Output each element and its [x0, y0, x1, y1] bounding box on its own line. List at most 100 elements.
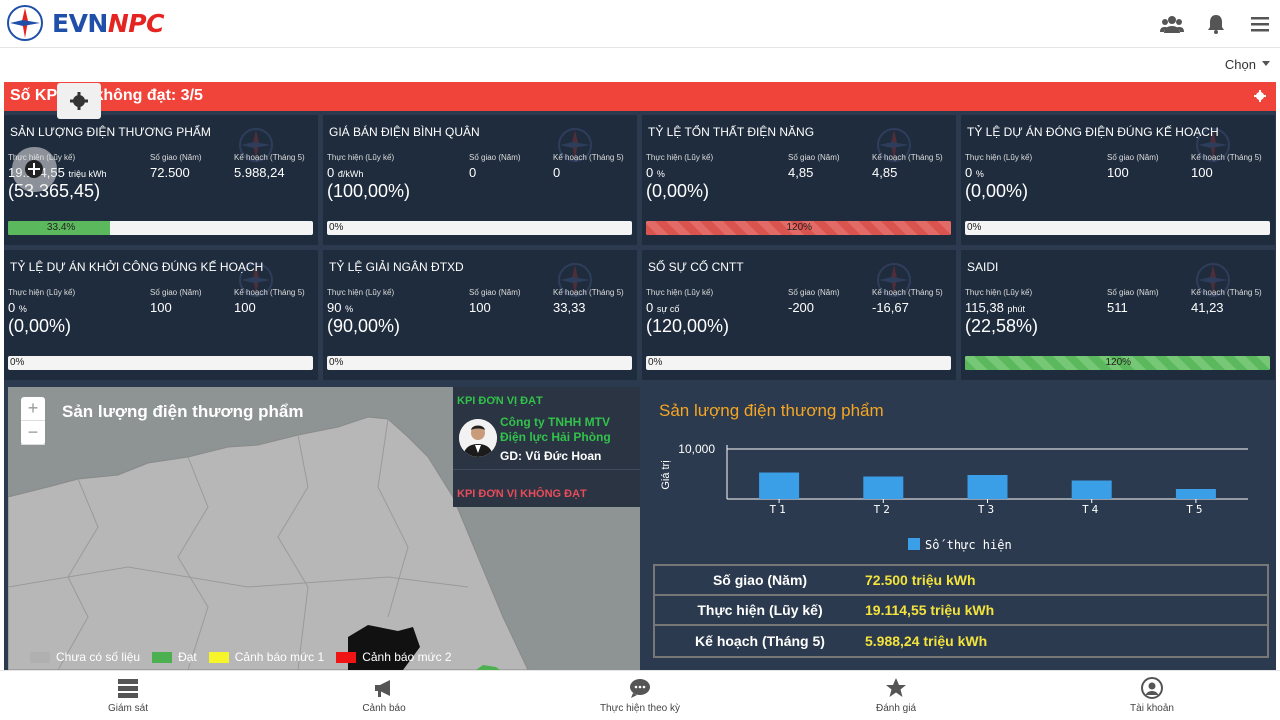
kpi-progress-label: 0%: [648, 357, 663, 368]
account-icon: [1141, 677, 1163, 699]
actual-unit: %: [18, 304, 27, 314]
kpi-card[interactable]: GIÁ BÁN ĐIỆN BÌNH QUÂN Thực hiện (Lũy kế…: [323, 115, 637, 245]
plan-label: Kế hoạch (Tháng 5): [872, 288, 943, 297]
assigned-label: Số giao (Năm): [1107, 153, 1159, 162]
assigned-label: Số giao (Năm): [150, 288, 202, 297]
kpi-card[interactable]: TỶ LỆ DỰ ÁN KHỞI CÔNG ĐÚNG KẾ HOẠCH Thực…: [4, 250, 318, 380]
actual-number: 0: [646, 300, 654, 315]
actual-number: 0: [965, 165, 973, 180]
server-icon: [118, 679, 138, 698]
stats-key: Thực hiện (Lũy kế): [697, 602, 823, 618]
plan-value: 100: [234, 300, 256, 315]
kpi-progress-bar: 0%: [327, 221, 632, 235]
kpi-percent: (0,00%): [8, 316, 72, 336]
actual-label: Thực hiện (Lũy kế): [327, 153, 395, 162]
kpi-progress-bar: 0%: [965, 221, 1270, 235]
nav-label: Cảnh báo: [362, 703, 406, 714]
plan-value: -16,67: [872, 300, 909, 315]
actual-label: Thực hiện (Lũy kế): [8, 288, 76, 297]
chart-bar: [759, 472, 800, 499]
assigned-value: 100: [469, 300, 491, 315]
actual-label: Thực hiện (Lũy kế): [965, 153, 1033, 162]
stats-value: 19.114,55 triệu kWh: [865, 602, 995, 618]
kpi-progress-label: 0%: [329, 357, 344, 368]
plan-value: 0: [553, 165, 561, 180]
stats-row: Kế hoạch (Tháng 5) 5.988,24 triệu kWh: [655, 626, 1267, 656]
x-tick-label: T2: [874, 503, 893, 516]
plan-label: Kế hoạch (Tháng 5): [553, 153, 624, 162]
evnnpc-logo[interactable]: EVNNPC: [6, 4, 164, 42]
x-tick-label: T1: [769, 503, 788, 516]
nav-item[interactable]: Cảnh báo: [304, 677, 464, 714]
kpi-khong-dat-title: KPI ĐƠN VỊ KHÔNG ĐẠT: [457, 488, 587, 500]
actual-label: Thực hiện (Lũy kế): [646, 288, 714, 297]
y-axis-label: Giá trị: [660, 460, 672, 489]
gear-icon[interactable]: [1254, 90, 1266, 102]
add-float-button[interactable]: [12, 147, 57, 192]
nav-item[interactable]: Đánh giá: [816, 677, 976, 714]
legend-item: Cảnh báo mức 2: [336, 650, 452, 664]
actual-unit: %: [345, 304, 354, 314]
filter-bar: Chọn: [0, 48, 1280, 82]
kpi-progress-label: 120%: [786, 222, 813, 233]
map-zoom-control: + −: [21, 397, 45, 445]
actual-value: 0 sự cố: [646, 300, 679, 315]
map-legend: Chưa có số liệu Đạt Cảnh báo mức 1 Cảnh báo…: [30, 650, 452, 664]
star-icon: [886, 678, 906, 697]
logo-npc-text: NPC: [107, 8, 165, 38]
kpi-card[interactable]: TỶ LỆ DỰ ÁN ĐÓNG ĐIỆN ĐÚNG KẾ HOẠCH Thực…: [961, 115, 1275, 245]
plan-value: 33,33: [553, 300, 586, 315]
legend-swatch: [152, 651, 173, 663]
kpi-card[interactable]: TỶ LỆ GIẢI NGÂN ĐTXD Thực hiện (Lũy kế) …: [323, 250, 637, 380]
users-icon[interactable]: [1160, 12, 1184, 36]
top-header: EVNNPC: [0, 0, 1280, 48]
actual-label: Thực hiện (Lũy kế): [327, 288, 395, 297]
kpi-card[interactable]: TỶ LỆ TỔN THẤT ĐIỆN NĂNG Thực hiện (Lũy …: [642, 115, 956, 245]
plan-label: Kế hoạch (Tháng 5): [1191, 153, 1262, 162]
actual-unit: sự cố: [656, 304, 680, 314]
actual-number: 0: [646, 165, 654, 180]
legend-swatch: [908, 538, 920, 550]
legend-swatch: [208, 651, 229, 663]
kpi-card[interactable]: SAIDI Thực hiện (Lũy kế) Số giao (Năm) K…: [961, 250, 1275, 380]
zoom-out-button[interactable]: −: [21, 421, 45, 445]
legend-label: Đạt: [178, 650, 197, 664]
kpi-progress-label: 0%: [967, 222, 982, 233]
kpi-progress-bar: 0%: [327, 356, 632, 370]
assigned-value: -200: [788, 300, 815, 315]
nav-item[interactable]: Giám sát: [48, 677, 208, 714]
bell-icon[interactable]: [1204, 12, 1228, 36]
assigned-value: 72.500: [150, 165, 190, 180]
legend-item: Đạt: [152, 650, 197, 664]
plan-label: Kế hoạch (Tháng 5): [1191, 288, 1262, 297]
bottom-navigation: Giám sát Cảnh báo Thực hiện theo kỳ Đánh gi…: [0, 670, 1280, 720]
megaphone-icon: [375, 680, 390, 697]
unit-select[interactable]: Chọn: [1225, 57, 1270, 72]
plan-value: 100: [1191, 165, 1213, 180]
divider: [453, 469, 640, 470]
chart-bar: [967, 475, 1008, 499]
kpi-progress-label: 0%: [10, 357, 25, 368]
plan-value: 4,85: [872, 165, 898, 180]
actual-value: 90 %: [327, 300, 353, 315]
bar-chart: 10,000 Giá trị T1 T2 T3 T4 T5 Số thực hiện: [660, 442, 1248, 552]
settings-float-button[interactable]: [57, 83, 101, 119]
stats-row: Số giao (Năm) 72.500 triệu kWh: [655, 566, 1267, 596]
menu-icon[interactable]: [1248, 12, 1272, 36]
stats-table: Số giao (Năm) 72.500 triệu kWh Thực hiện (…: [653, 564, 1269, 658]
plan-value: 41,23: [1191, 300, 1224, 315]
zoom-in-button[interactable]: +: [21, 397, 45, 421]
kpi-progress-label: 33.4%: [46, 222, 76, 233]
kpi-company-name[interactable]: Công ty TNHH MTV Điện lực Hải Phòng: [500, 415, 638, 445]
nav-item[interactable]: Tài khoản: [1072, 677, 1232, 714]
kpi-percent: (100,00%): [327, 181, 411, 201]
chart-bar: [863, 476, 904, 499]
kpi-progress-label: 120%: [1105, 357, 1132, 368]
nav-item[interactable]: Thực hiện theo kỳ: [560, 677, 720, 714]
map-title: Sản lượng điện thương phẩm: [62, 402, 304, 421]
legend-label: Cảnh báo mức 2: [362, 650, 452, 664]
map-panel[interactable]: + − Sản lượng điện thương phẩm KPI ĐƠN V…: [8, 387, 640, 670]
kpi-card[interactable]: SỐ SỰ CỐ CNTT Thực hiện (Lũy kế) Số giao…: [642, 250, 956, 380]
plan-label: Kế hoạch (Tháng 5): [872, 153, 943, 162]
gear-icon: [70, 92, 88, 110]
